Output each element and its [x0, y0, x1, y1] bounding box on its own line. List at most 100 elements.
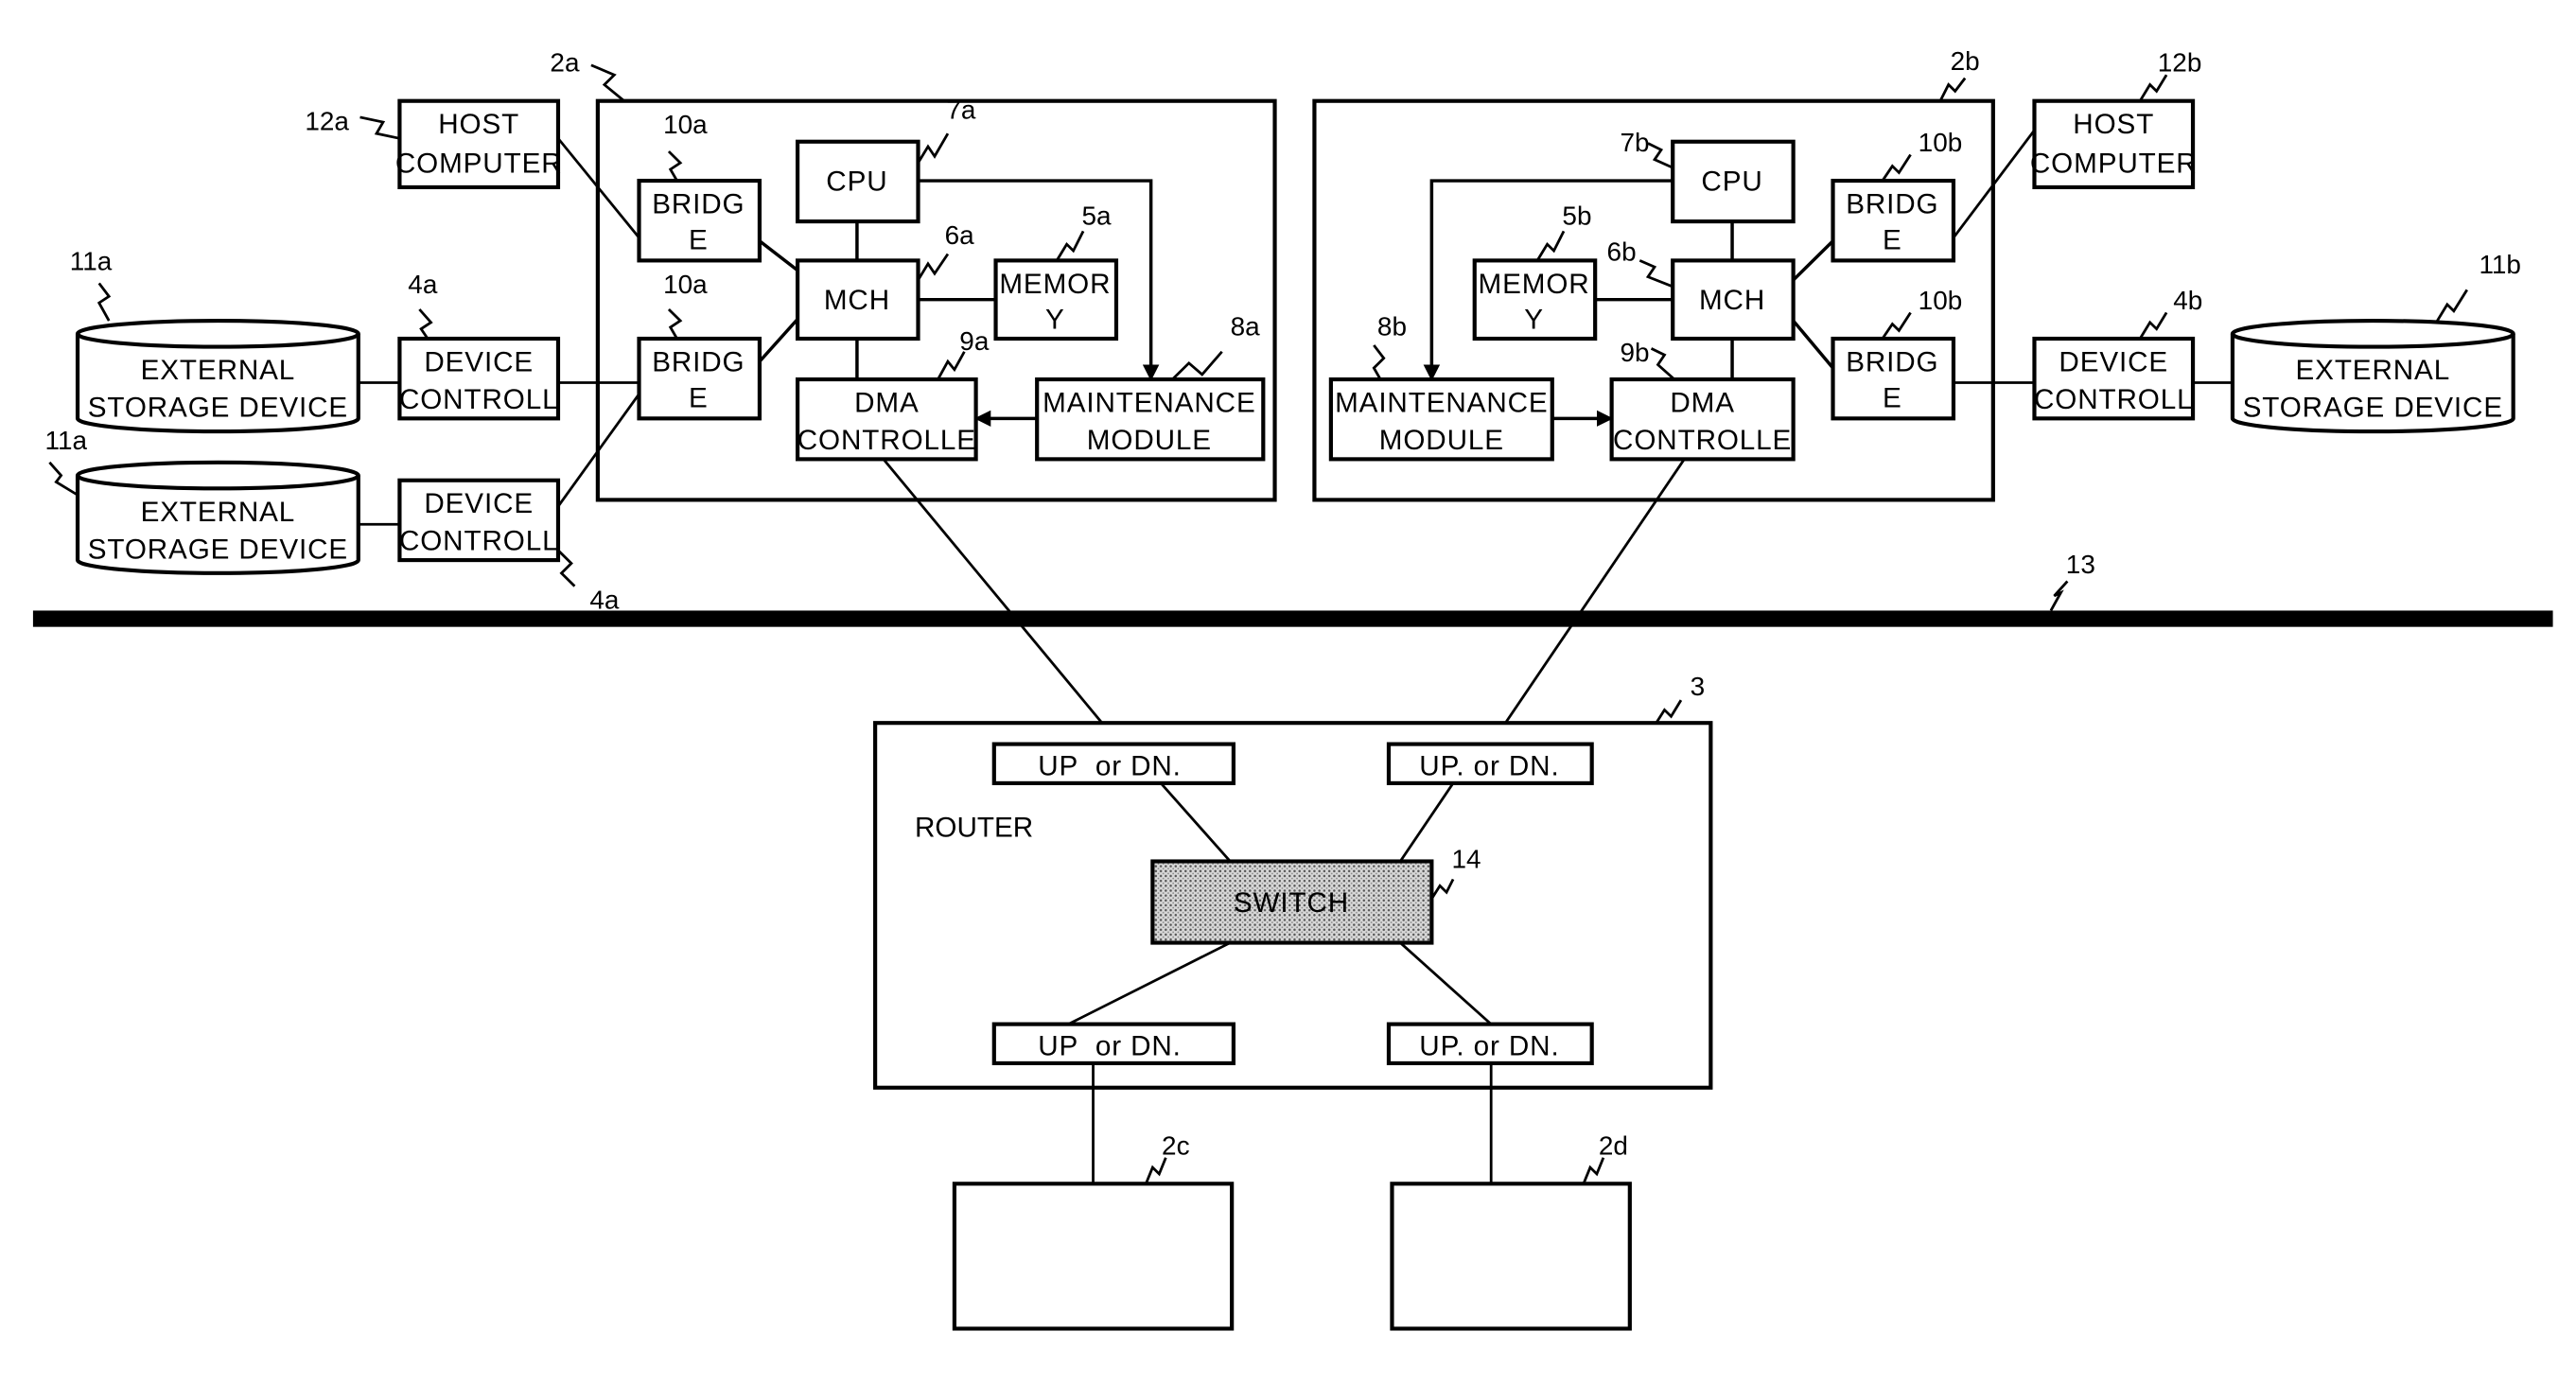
bridge-10b-top-line1: BRIDG: [1846, 189, 1938, 220]
bridge-10a-top-line2: E: [689, 225, 709, 256]
storage-11b-leader: [2436, 289, 2468, 322]
node-2b-ref: 2b: [1951, 46, 1980, 76]
mch-6b-label: MCH: [1699, 285, 1765, 316]
host-12a-ref: 12a: [305, 107, 349, 136]
host-12b-line2: COMPUTER: [2030, 149, 2198, 180]
devctrl-4a-top-line1: DEVICE: [424, 347, 534, 378]
bus-leader: [2049, 580, 2069, 612]
memory-5b-line1: MEMOR: [1479, 269, 1590, 300]
maint-8a-line2: MODULE: [1087, 425, 1212, 456]
devctrl-4a-top-ref: 4a: [408, 270, 438, 299]
dma-9a-router-link: [882, 458, 1121, 745]
storage-11a-top-line1: EXTERNAL: [141, 355, 296, 386]
devctrl-4a-top-line2: CONTROLL: [399, 384, 558, 415]
network-bus: [32, 610, 2553, 627]
storage-11a-bottom-line2: STORAGE DEVICE: [88, 534, 348, 566]
maint-8b-line1: MAINTENANCE: [1335, 388, 1548, 419]
external-storage-11a-bottom[interactable]: EXTERNAL STORAGE DEVICE: [75, 460, 360, 575]
port-bottom-left-label: UP or DN.: [1038, 1031, 1182, 1062]
node-2d-ref: 2d: [1599, 1130, 1628, 1160]
router-ref: 3: [1691, 672, 1706, 701]
devctrl-4b-ref: 4b: [2173, 286, 2202, 315]
router-label: ROUTER: [915, 813, 1033, 844]
node-2d[interactable]: [1390, 1182, 1632, 1331]
memory-5b-line2: Y: [1524, 305, 1544, 336]
devctrl-4a-bottom-ref: 4a: [589, 586, 620, 615]
dma-9b-router-link: [1490, 458, 1686, 745]
storage-11a-top-line2: STORAGE DEVICE: [88, 393, 348, 424]
memory-5a-ref: 5a: [1081, 201, 1112, 231]
devctrl-4b-line2: CONTROLL: [2034, 384, 2193, 415]
mch-6a-label: MCH: [824, 285, 890, 316]
storage-11b-line1: EXTERNAL: [2296, 355, 2451, 386]
bridge-10a-bottom-ref: 10a: [663, 270, 708, 299]
bridge-10b-top-ref: 10b: [1919, 128, 1963, 157]
system-diagram: 13 2a HOST COMPUTER 12a BRIDG E 10a BRID…: [32, 46, 2553, 1331]
storage-11a-top-leader: [96, 282, 112, 322]
node-2c[interactable]: [952, 1182, 1235, 1331]
bridge-10a-bottom-line1: BRIDG: [652, 347, 745, 378]
devctrl-4a-bottom-line1: DEVICE: [424, 488, 534, 519]
node-2a: 2a HOST COMPUTER 12a BRIDG E 10a BRIDG E…: [45, 48, 1277, 615]
devctrl-4a-bottom-leader: [556, 549, 576, 587]
host-12a-line1: HOST: [438, 109, 519, 140]
port-top-left-label: UP or DN.: [1038, 750, 1182, 781]
storage-11a-bottom-line1: EXTERNAL: [141, 497, 296, 528]
bridge-10b-top-line2: E: [1883, 225, 1902, 256]
node-2b-leader: [1938, 77, 1967, 102]
bridge-10a-top-line1: BRIDG: [652, 189, 745, 220]
dma-9b-ref: 9b: [1621, 338, 1650, 367]
node-2b: 2b CPU 7b MCH 6b MEMOR Y 5b BRIDG E 10b …: [1312, 46, 2521, 502]
node-2c-ref: 2c: [1162, 1130, 1190, 1160]
cpu-7a-ref: 7a: [946, 96, 976, 125]
router-leader: [1655, 699, 1683, 724]
node-2a-leader: [590, 63, 625, 102]
port-top-right-label: UP. or DN.: [1419, 750, 1559, 781]
dma-9a-ref: 9a: [959, 326, 990, 356]
node-2d-leader: [1582, 1157, 1605, 1184]
memory-5a-line2: Y: [1045, 305, 1065, 336]
storage-11a-top-ref: 11a: [70, 247, 113, 276]
devctrl-4b-leader: [2138, 311, 2168, 340]
maint-8b-line2: MODULE: [1379, 425, 1504, 456]
router-3: 3 ROUTER UP or DN. UP. or DN. UP or DN. …: [873, 672, 1713, 1090]
mch-6b-ref: 6b: [1607, 237, 1637, 267]
storage-11a-bottom-ref: 11a: [45, 426, 88, 455]
switch-label: SWITCH: [1234, 887, 1349, 919]
storage-11a-bottom-leader: [48, 461, 79, 497]
external-storage-11a-top[interactable]: EXTERNAL STORAGE DEVICE: [75, 319, 360, 434]
maint-8b-ref: 8b: [1377, 312, 1407, 342]
switch-ref: 14: [1451, 845, 1481, 874]
devctrl-4a-bottom-line2: CONTROLL: [399, 526, 558, 557]
node-2a-ref: 2a: [550, 48, 580, 78]
memory-5a-line1: MEMOR: [999, 269, 1111, 300]
bridge-10a-bottom-line2: E: [689, 382, 709, 413]
host-12a-leader: [359, 115, 400, 140]
bridge-10b-bottom-ref: 10b: [1919, 286, 1963, 315]
bus-ref-label: 13: [2066, 550, 2095, 579]
storage-11b-ref: 11b: [2479, 250, 2521, 279]
cpu-7b-ref: 7b: [1621, 128, 1650, 157]
memory-5b-ref: 5b: [1562, 201, 1591, 231]
external-storage-11b[interactable]: EXTERNAL STORAGE DEVICE: [2230, 319, 2515, 434]
host-12a-line2: COMPUTER: [395, 149, 563, 180]
host-12b-ref: 12b: [2158, 48, 2202, 78]
cpu-7b-label: CPU: [1701, 166, 1762, 198]
bridge-10b-bottom-line1: BRIDG: [1846, 347, 1938, 378]
dma-9b-line2: CONTROLLE: [1613, 425, 1792, 456]
dma-9a-line2: CONTROLLE: [797, 425, 976, 456]
mch-6a-ref: 6a: [945, 220, 975, 250]
bridge-10a-top-ref: 10a: [663, 110, 708, 139]
devctrl-4b-line1: DEVICE: [2059, 347, 2168, 378]
maint-8a-ref: 8a: [1231, 312, 1261, 342]
host-12b-line1: HOST: [2073, 109, 2154, 140]
dma-9b-line1: DMA: [1670, 388, 1735, 419]
port-bottom-right-label: UP. or DN.: [1419, 1031, 1559, 1062]
bridge-10b-bottom-line2: E: [1883, 382, 1902, 413]
host-12b-leader: [2138, 74, 2168, 102]
maint-8a-line1: MAINTENANCE: [1043, 388, 1255, 419]
cpu-7a-label: CPU: [826, 166, 887, 198]
dma-9a-line1: DMA: [854, 388, 920, 419]
devctrl-4a-top-leader: [418, 308, 433, 340]
node-2c-leader: [1145, 1157, 1167, 1184]
